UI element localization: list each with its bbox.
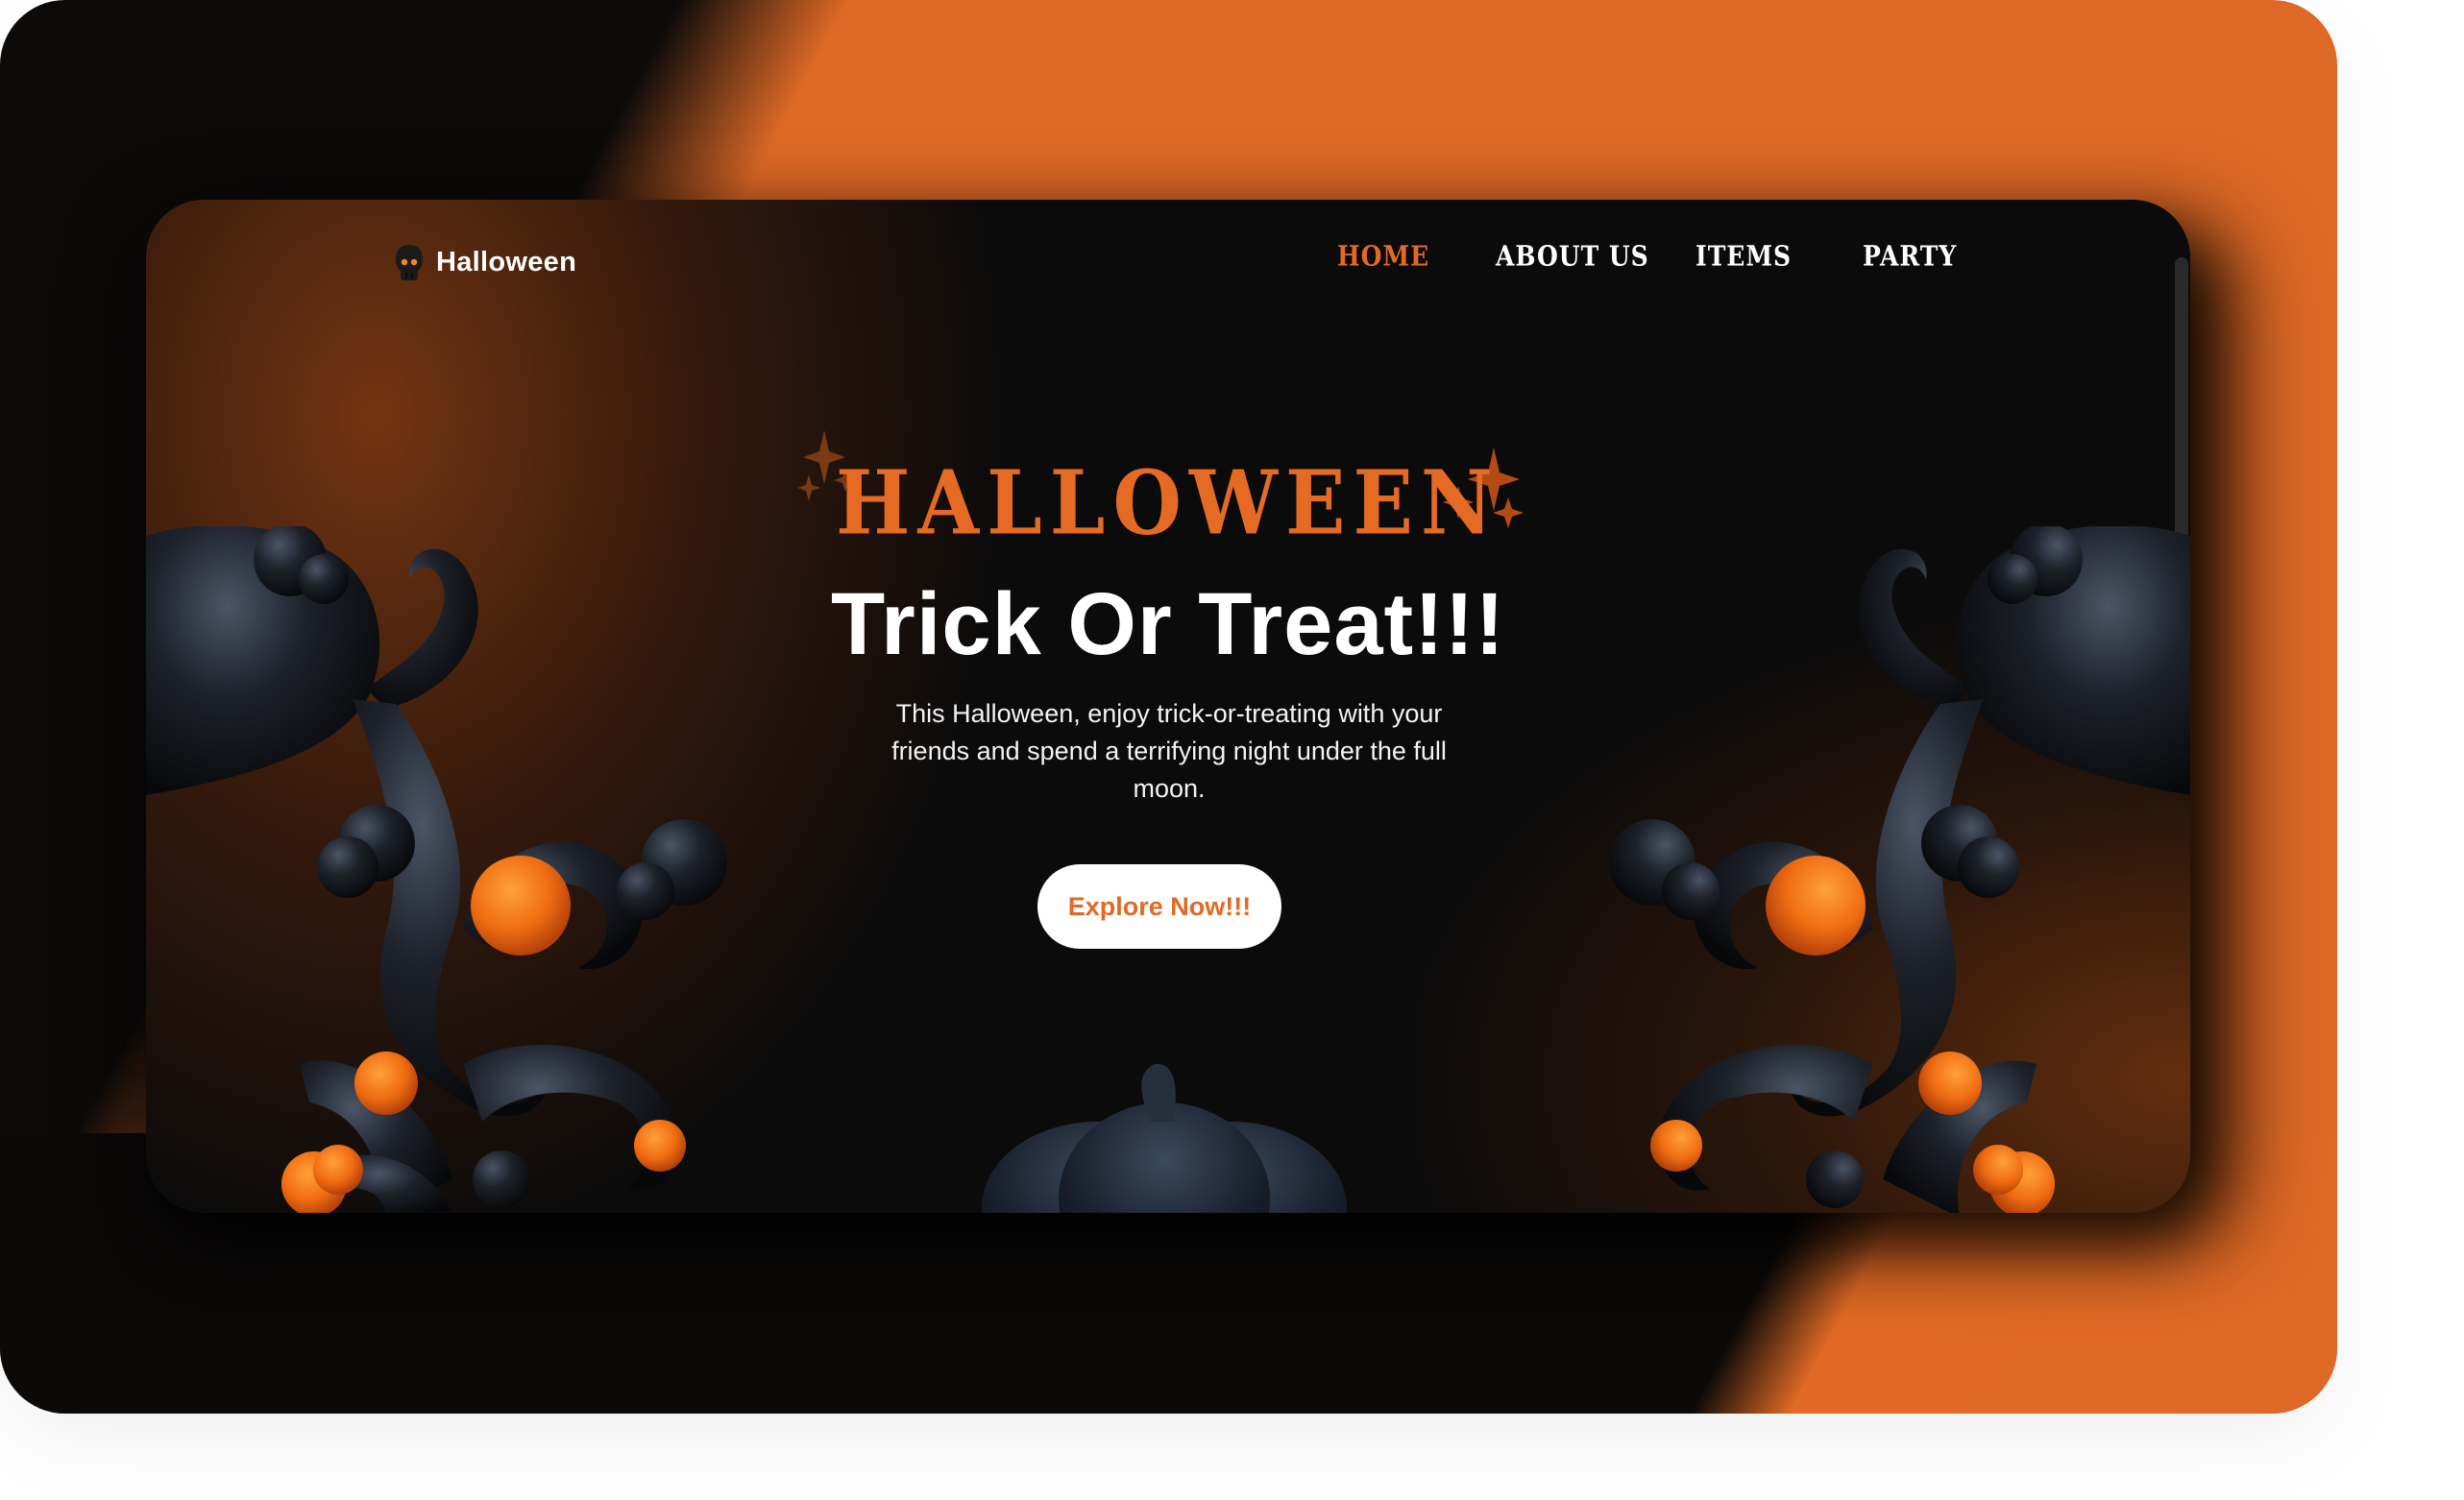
brand-logo[interactable]: Halloween	[394, 238, 576, 286]
presentation-canvas: Halloween HOME ABOUT US ITEMS PARTY HALL…	[0, 0, 2464, 1500]
hero-subtitle: This Halloween, enjoy trick-or-treating …	[891, 699, 1447, 803]
nav-item-items[interactable]: ITEMS	[1696, 240, 1792, 272]
brand-name: Halloween	[436, 246, 577, 278]
pumpkin-silhouette	[982, 1064, 1347, 1213]
nav-item-about-us[interactable]: ABOUT US	[1496, 240, 1649, 272]
explore-now-button[interactable]: Explore Now!!!	[1037, 864, 1281, 949]
website-screenshot: Halloween HOME ABOUT US ITEMS PARTY HALL…	[146, 200, 2190, 1213]
hero-title: HALLOWEEN	[836, 451, 1500, 555]
skull-icon	[396, 245, 423, 280]
hero-heading: Trick Or Treat!!!	[830, 575, 1506, 673]
nav-item-party[interactable]: PARTY	[1863, 240, 1957, 272]
nav-item-home[interactable]: HOME	[1337, 240, 1429, 272]
